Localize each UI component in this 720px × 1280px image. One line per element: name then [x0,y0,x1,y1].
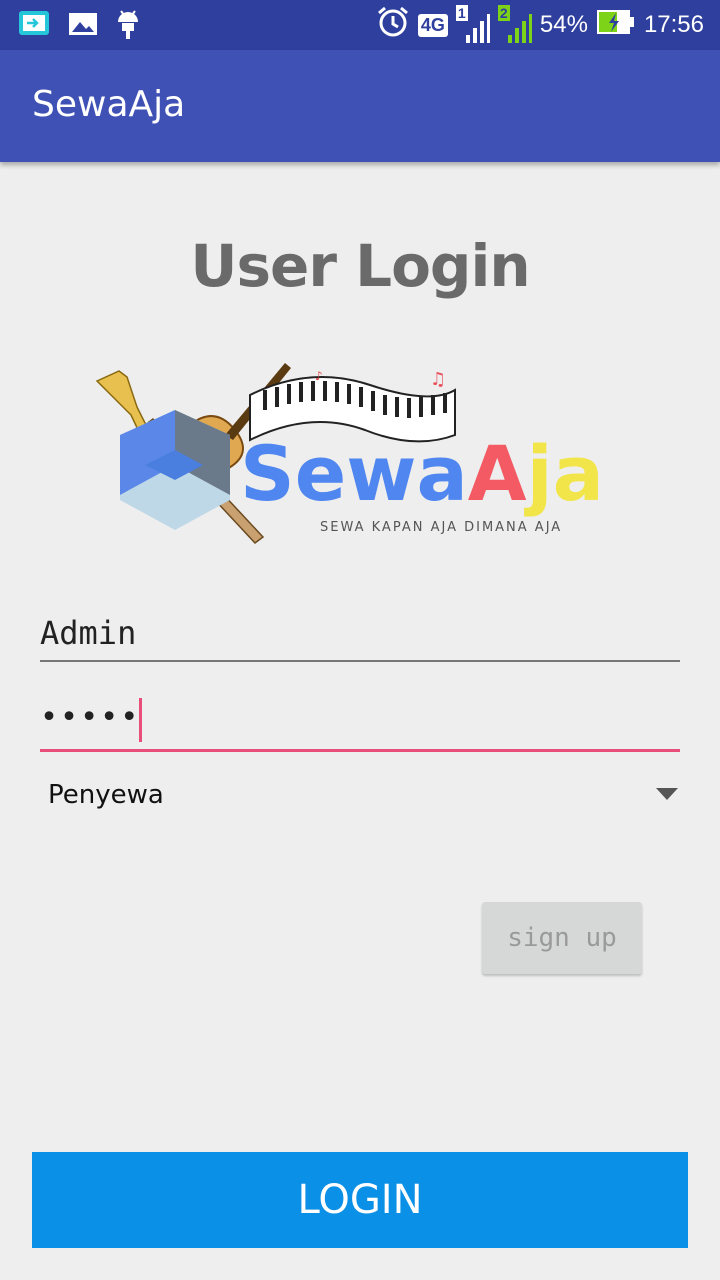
signup-button[interactable]: sign up [482,902,642,974]
login-button[interactable]: LOGIN [32,1152,688,1248]
app-bar: SewaAja [0,50,720,162]
android-icon [116,8,140,44]
battery-charging-icon [596,8,636,43]
password-field[interactable]: ••••• [40,694,680,752]
status-bar: 4G 1 2 54% 17:56 [0,0,720,50]
signal-icon: 1 [455,5,490,45]
battery-percent: 54% [539,11,588,38]
svg-text:SewaAja: SewaAja [240,429,604,518]
signal-icon: 2 [497,5,532,45]
username-value: Admin [40,614,137,652]
network-type-badge: 4G [417,13,448,37]
screen-cast-icon [18,8,50,44]
role-selected: Penyewa [48,780,164,810]
page-title: User Login [190,232,530,300]
alarm-icon [376,5,410,46]
role-dropdown[interactable]: Penyewa [40,772,680,820]
svg-text:♪: ♪ [315,369,323,383]
clock: 17:56 [643,11,704,38]
svg-text:SEWA KAPAN AJA DIMANA AJA: SEWA KAPAN AJA DIMANA AJA [320,520,562,535]
dropdown-arrow-icon [656,788,678,800]
svg-text:♫: ♫ [430,369,446,390]
app-title: SewaAja [32,84,186,125]
password-value: ••••• [40,700,141,735]
logo: ♫ ♪ SewaAja SEWA KAPAN AJA DIMANA AJA [85,355,625,555]
username-field[interactable]: Admin [40,608,680,662]
image-icon [68,11,98,41]
text-cursor [139,698,142,742]
